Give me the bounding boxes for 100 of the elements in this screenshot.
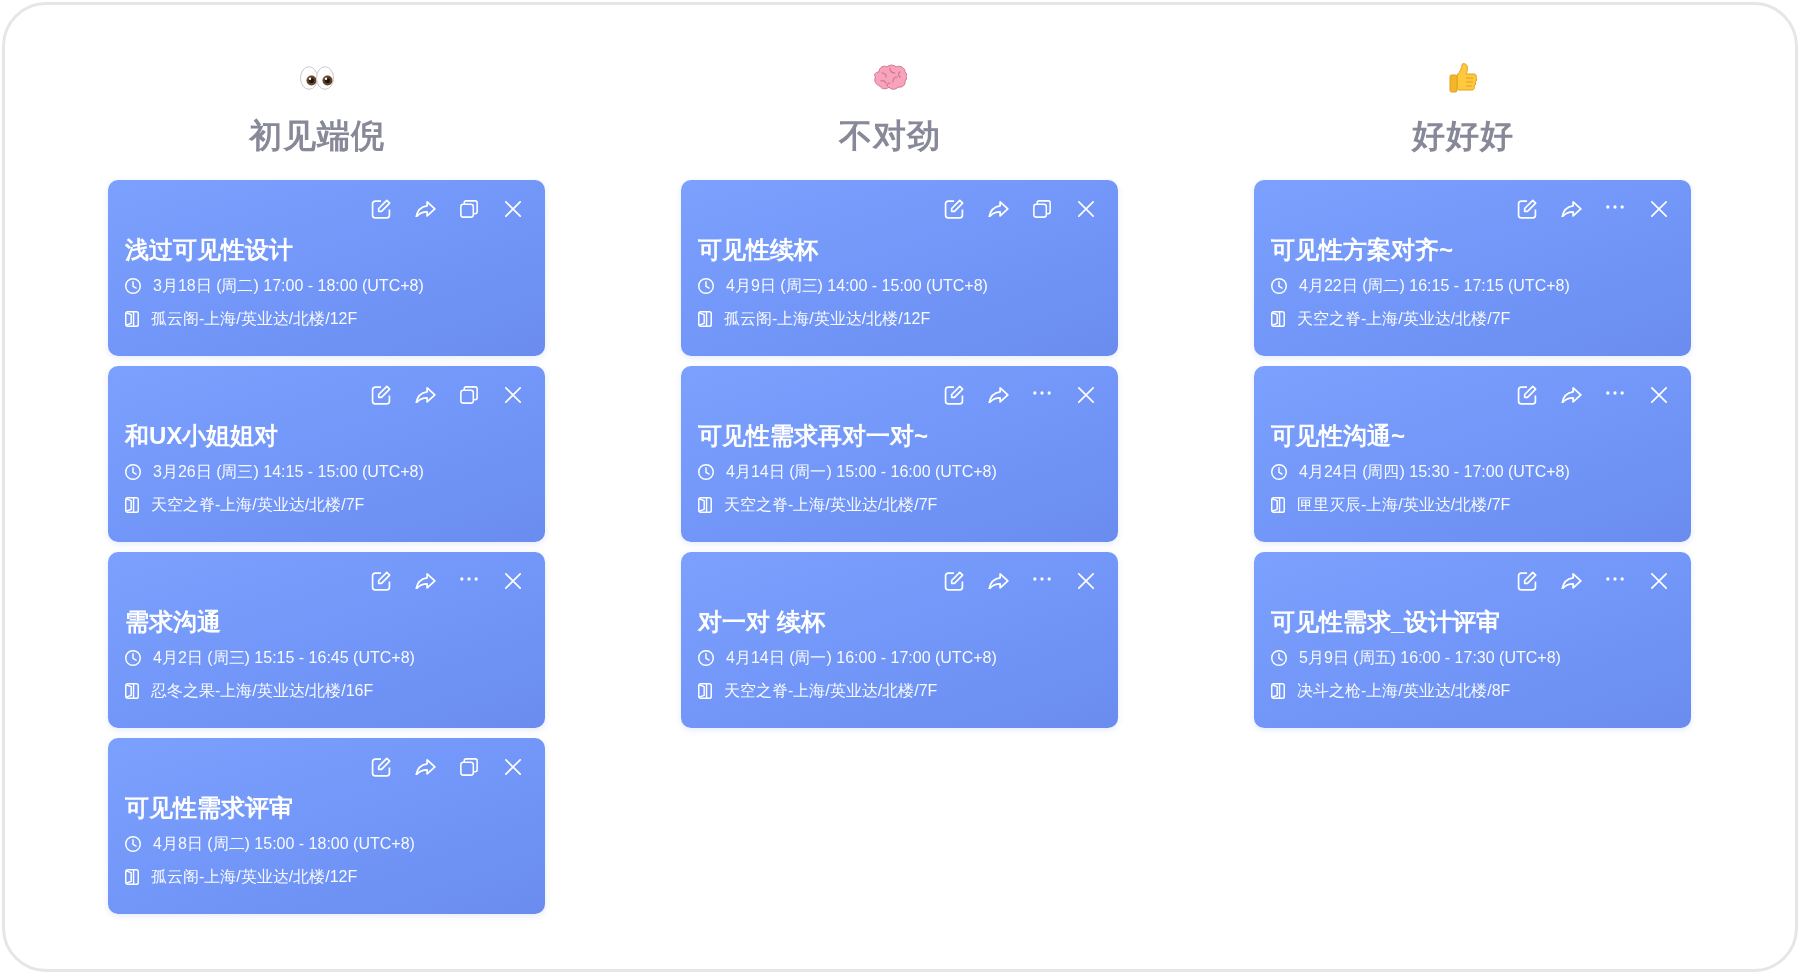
column-title: 好好好 [1411, 116, 1514, 156]
event-time: 4月22日 (周二) 16:15 - 17:15 (UTC+8) [1299, 276, 1570, 296]
event-time: 4月14日 (周一) 15:00 - 16:00 (UTC+8) [726, 462, 997, 482]
event-card[interactable]: 可见性沟通~ 4月24日 (周四) 15:30 - 17:00 (UTC+8) 匣里灭辰-上海/英业达/北楼/7F [1254, 366, 1691, 542]
eyes-icon [298, 66, 335, 90]
event-location: 天空之脊-上海/英业达/北楼/7F [1297, 309, 1511, 329]
more-icon[interactable] [1606, 391, 1624, 395]
event-card[interactable]: 浅过可见性设计 3月18日 (周二) 17:00 - 18:00 (UTC+8) 孤云阁-上海/英业达/北楼/12F [108, 180, 545, 356]
door-icon [125, 869, 139, 885]
copy-icon[interactable] [460, 386, 478, 404]
event-time: 4月8日 (周二) 15:00 - 18:00 (UTC+8) [153, 834, 415, 854]
event-card[interactable]: 需求沟通 4月2日 (周三) 15:15 - 16:45 (UTC+8) 忍冬之果-上海/英业达/北楼/16F [108, 552, 545, 728]
event-card[interactable]: 可见性需求评审 4月8日 (周二) 15:00 - 18:00 (UTC+8) 孤云阁-上海/英业达/北楼/12F [108, 738, 545, 914]
share-icon[interactable] [987, 573, 1009, 589]
event-time: 3月26日 (周三) 14:15 - 15:00 (UTC+8) [153, 462, 424, 482]
close-icon[interactable] [1651, 201, 1667, 217]
event-title: 对一对 续杯 [698, 607, 827, 637]
edit-icon[interactable] [371, 757, 391, 777]
share-icon[interactable] [987, 201, 1009, 217]
event-card[interactable]: 可见性方案对齐~ 4月22日 (周二) 16:15 - 17:15 (UTC+8) 天空之脊-上海/英业达/北楼/7F [1254, 180, 1691, 356]
event-time: 4月9日 (周三) 14:00 - 15:00 (UTC+8) [726, 276, 988, 296]
event-title: 可见性续杯 [698, 235, 820, 265]
event-time: 5月9日 (周五) 16:00 - 17:30 (UTC+8) [1299, 648, 1561, 668]
clock-icon [698, 278, 714, 294]
edit-icon[interactable] [944, 385, 964, 405]
door-icon [698, 497, 712, 513]
event-location: 天空之脊-上海/英业达/北楼/7F [724, 681, 938, 701]
share-icon[interactable] [414, 201, 436, 217]
more-icon[interactable] [1606, 577, 1624, 581]
event-time: 3月18日 (周二) 17:00 - 18:00 (UTC+8) [153, 276, 424, 296]
close-icon[interactable] [1078, 573, 1094, 589]
more-icon[interactable] [460, 577, 478, 581]
event-time: 4月24日 (周四) 15:30 - 17:00 (UTC+8) [1299, 462, 1570, 482]
close-icon[interactable] [505, 759, 521, 775]
copy-icon[interactable] [460, 200, 478, 218]
column-title: 初见端倪 [248, 116, 385, 156]
clock-icon [125, 278, 141, 294]
copy-icon[interactable] [1033, 200, 1051, 218]
close-icon[interactable] [505, 387, 521, 403]
share-icon[interactable] [414, 573, 436, 589]
edit-icon[interactable] [944, 199, 964, 219]
event-location: 忍冬之果-上海/英业达/北楼/16F [151, 681, 374, 701]
door-icon [1271, 683, 1285, 699]
event-card[interactable]: 可见性需求再对一对~ 4月14日 (周一) 15:00 - 16:00 (UTC+8) 天空之脊-上海/英业达/北楼/7F [681, 366, 1118, 542]
share-icon[interactable] [1560, 201, 1582, 217]
edit-icon[interactable] [1517, 385, 1537, 405]
event-time: 4月14日 (周一) 16:00 - 17:00 (UTC+8) [726, 648, 997, 668]
event-card[interactable]: 对一对 续杯 4月14日 (周一) 16:00 - 17:00 (UTC+8) 天空之脊-上海/英业达/北楼/7F [681, 552, 1118, 728]
share-icon[interactable] [414, 387, 436, 403]
close-icon[interactable] [505, 201, 521, 217]
more-icon[interactable] [1606, 205, 1624, 209]
event-location: 孤云阁-上海/英业达/北楼/12F [151, 867, 358, 887]
event-title: 浅过可见性设计 [125, 235, 294, 265]
event-title: 可见性需求评审 [125, 793, 294, 823]
close-icon[interactable] [1078, 387, 1094, 403]
edit-icon[interactable] [371, 571, 391, 591]
clock-icon [698, 650, 714, 666]
door-icon [1271, 497, 1285, 513]
column-title: 不对劲 [838, 116, 941, 156]
clock-icon [1271, 278, 1287, 294]
close-icon[interactable] [505, 573, 521, 589]
edit-icon[interactable] [371, 385, 391, 405]
share-icon[interactable] [1560, 573, 1582, 589]
share-icon[interactable] [1560, 387, 1582, 403]
clock-icon [1271, 464, 1287, 480]
event-location: 天空之脊-上海/英业达/北楼/7F [724, 495, 938, 515]
clock-icon [125, 836, 141, 852]
edit-icon[interactable] [1517, 199, 1537, 219]
event-title: 可见性需求再对一对~ [698, 421, 929, 451]
event-card[interactable]: 可见性续杯 4月9日 (周三) 14:00 - 15:00 (UTC+8) 孤云阁-上海/英业达/北楼/12F [681, 180, 1118, 356]
door-icon [698, 683, 712, 699]
event-title: 需求沟通 [125, 607, 222, 637]
edit-icon[interactable] [1517, 571, 1537, 591]
door-icon [125, 497, 139, 513]
door-icon [125, 311, 139, 327]
event-card[interactable]: 可见性需求_设计评审 5月9日 (周五) 16:00 - 17:30 (UTC+8) 决斗之枪-上海/英业达/北楼/8F [1254, 552, 1691, 728]
share-icon[interactable] [987, 387, 1009, 403]
share-icon[interactable] [414, 759, 436, 775]
event-title: 可见性方案对齐~ [1271, 235, 1454, 265]
event-location: 孤云阁-上海/英业达/北楼/12F [724, 309, 931, 329]
thumbs-up-icon [1447, 62, 1478, 94]
clock-icon [125, 464, 141, 480]
event-location: 孤云阁-上海/英业达/北楼/12F [151, 309, 358, 329]
clock-icon [698, 464, 714, 480]
door-icon [125, 683, 139, 699]
clock-icon [1271, 650, 1287, 666]
event-title: 和UX小姐姐对 [125, 421, 280, 451]
edit-icon[interactable] [944, 571, 964, 591]
copy-icon[interactable] [460, 758, 478, 776]
event-title: 可见性沟通~ [1271, 421, 1406, 451]
close-icon[interactable] [1078, 201, 1094, 217]
more-icon[interactable] [1033, 391, 1051, 395]
event-title: 可见性需求_设计评审 [1271, 607, 1502, 637]
brain-icon [872, 64, 907, 92]
clock-icon [125, 650, 141, 666]
close-icon[interactable] [1651, 387, 1667, 403]
more-icon[interactable] [1033, 577, 1051, 581]
edit-icon[interactable] [371, 199, 391, 219]
event-card[interactable]: 和UX小姐姐对 3月26日 (周三) 14:15 - 15:00 (UTC+8) 天空之脊-上海/英业达/北楼/7F [108, 366, 545, 542]
close-icon[interactable] [1651, 573, 1667, 589]
